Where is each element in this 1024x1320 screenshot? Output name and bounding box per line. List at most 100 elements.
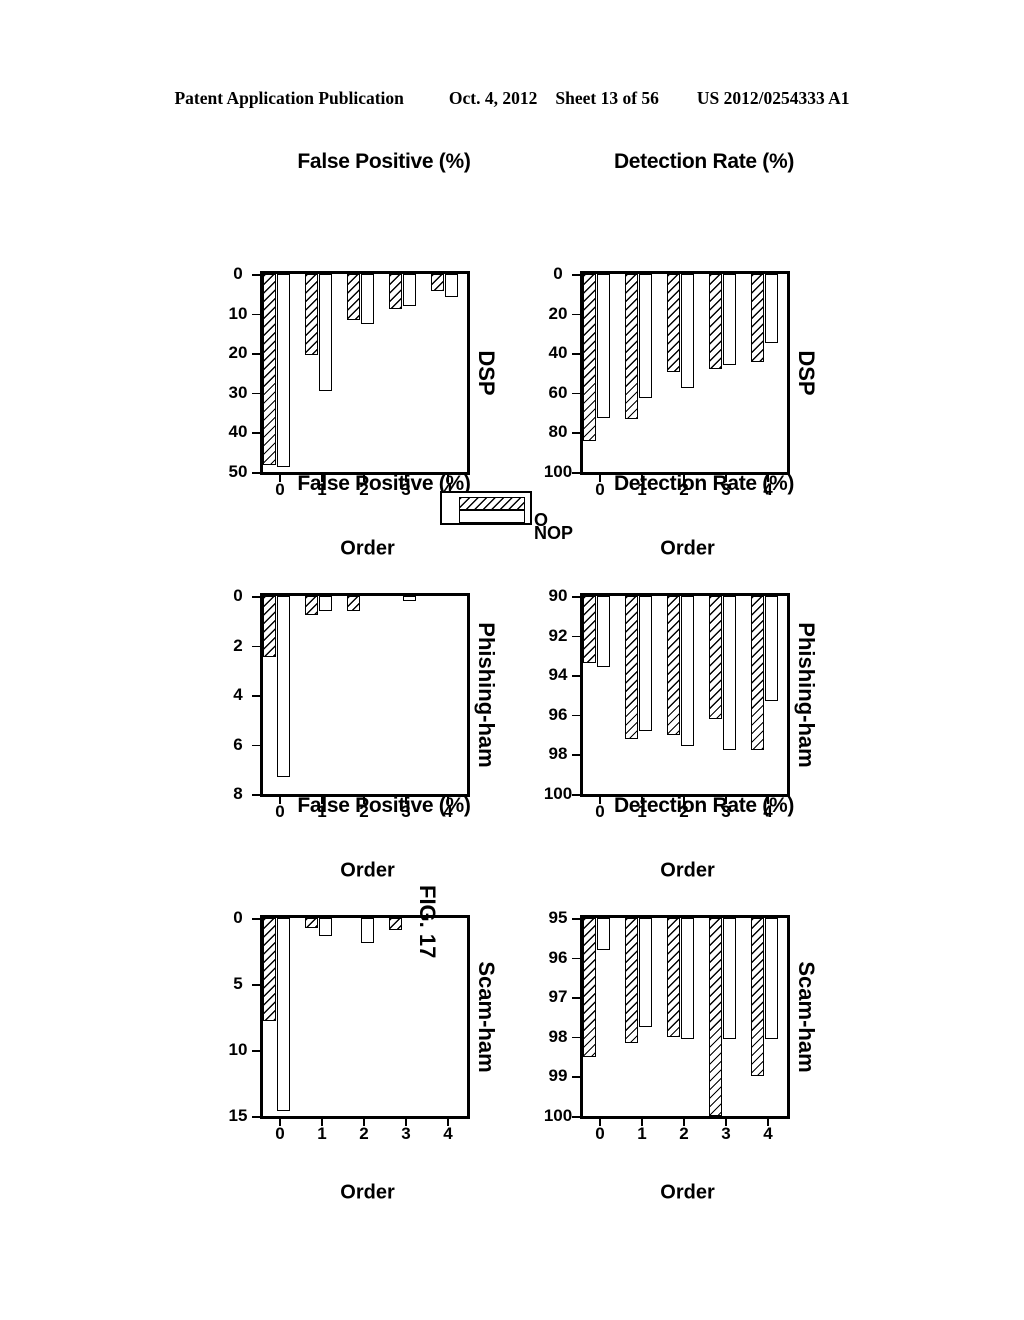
detection-rate-row: Detection Rate (%) DSP 0 1 2 3 4 Order 0 20 40 60 80… <box>522 150 822 1205</box>
false-positive-row: False Positive (%) DSP 0 1 2 3 4 Order 0 10 20 30 40… <box>202 150 502 1205</box>
chart-title: DSP <box>794 350 819 396</box>
bar-group <box>341 918 383 1116</box>
order-tick <box>279 1119 281 1126</box>
bar-group <box>745 274 787 472</box>
bar-o-order-3 <box>388 918 402 930</box>
bar-o-order-1 <box>624 596 638 739</box>
bar-nop-order-0 <box>596 918 610 950</box>
value-tick-label: 99 <box>548 1066 568 1086</box>
value-tick-label: 96 <box>548 947 568 967</box>
bar-o-order-4 <box>750 918 764 1077</box>
plot-frame <box>260 271 470 475</box>
bar-group <box>383 274 425 472</box>
bar-o-order-3 <box>708 918 722 1116</box>
bar-nop-order-4 <box>764 274 778 343</box>
bar-o-order-0 <box>262 274 276 466</box>
bar-nop-order-0 <box>596 596 610 668</box>
value-tick-label: 10 <box>228 303 248 323</box>
plot-area-phishing-ham-false-positive: Phishing-ham 0 1 2 3 4 Order 0 2 4 6 8 <box>206 586 499 882</box>
order-tick <box>447 1119 449 1126</box>
bar-o-order-0 <box>582 596 596 664</box>
axis-label-value: Detection Rate (%) <box>613 150 795 173</box>
value-tick-label: 0 <box>553 264 563 283</box>
order-tick <box>725 1119 727 1126</box>
value-tick-label: 90 <box>548 586 568 605</box>
header-date: Oct. 4, 2012 <box>448 88 538 108</box>
bar-o-order-1 <box>624 918 638 1043</box>
value-tick-label: 92 <box>548 625 568 645</box>
order-tick-label: 4 <box>443 1124 453 1143</box>
axis-label-order: Order <box>660 1181 715 1204</box>
bar-o-order-2 <box>666 918 680 1037</box>
bar-o-order-2 <box>346 274 360 320</box>
bar-nop-order-2 <box>680 918 694 1039</box>
value-tick-label: 20 <box>548 303 568 323</box>
order-axis <box>554 593 580 797</box>
bar-group <box>299 274 341 472</box>
value-tick-label: 98 <box>548 744 568 764</box>
order-tick-label: 1 <box>317 1124 327 1143</box>
chart-title: Scam-ham <box>474 961 499 1073</box>
value-tick-label: 100 <box>543 1106 573 1125</box>
order-tick-label: 3 <box>401 1124 411 1143</box>
value-tick-label: 80 <box>548 422 568 442</box>
order-tick-label: 0 <box>275 1124 285 1143</box>
order-axis <box>234 271 260 475</box>
bar-nop-order-4 <box>764 918 778 1039</box>
bar-nop-order-2 <box>360 918 374 944</box>
value-tick-label: 30 <box>228 382 248 402</box>
chart-title: Phishing-ham <box>474 622 499 768</box>
value-tick-label: 4 <box>233 685 243 704</box>
value-tick-label: 0 <box>233 908 243 927</box>
order-tick <box>321 1119 323 1126</box>
order-tick-label: 0 <box>595 1124 605 1143</box>
order-tick <box>683 1119 685 1126</box>
bar-nop-order-0 <box>276 274 290 468</box>
axis-label-value: False Positive (%) <box>297 150 471 173</box>
header-patent-number: US 2012/0254333 A1 <box>696 88 850 108</box>
figure-caption: FIG. 17 <box>415 885 440 959</box>
bar-o-order-0 <box>262 918 276 1021</box>
legend-swatch-o <box>459 497 525 510</box>
bar-group <box>257 596 299 794</box>
value-tick-label: 95 <box>548 908 568 927</box>
value-tick-label: 5 <box>233 974 243 993</box>
bar-group <box>661 274 703 472</box>
bar-group <box>703 918 745 1116</box>
bar-group <box>745 918 787 1116</box>
axis-label-order: Order <box>340 1181 395 1204</box>
bar-nop-order-0 <box>276 596 290 777</box>
bar-nop-order-2 <box>680 274 694 389</box>
bar-nop-order-3 <box>402 596 416 601</box>
axis-label-value: Detection Rate (%) <box>613 794 795 817</box>
bar-o-order-1 <box>304 596 318 615</box>
plot-area-phishing-ham-detection: Phishing-ham 0 1 2 3 4 Order 90 92 94 96 98 100 <box>526 586 819 882</box>
panel-dsp-false-positive: False Positive (%) DSP 0 1 2 3 4 Order 0 10 20 30 40… <box>206 150 502 560</box>
bar-group <box>341 274 383 472</box>
bar-nop-order-1 <box>638 918 652 1027</box>
chart-title: Phishing-ham <box>794 622 819 768</box>
bar-group <box>745 596 787 794</box>
bar-nop-order-1 <box>638 274 652 398</box>
order-tick <box>363 1119 365 1126</box>
bar-o-order-1 <box>304 274 318 356</box>
legend-label-nop: NOP <box>534 523 574 543</box>
bar-group <box>619 918 661 1116</box>
order-axis <box>554 915 580 1119</box>
order-tick <box>405 1119 407 1126</box>
bar-group <box>619 274 661 472</box>
bar-nop-order-2 <box>360 274 374 324</box>
bar-group <box>257 274 299 472</box>
bar-group <box>661 596 703 794</box>
value-tick-label: 8 <box>233 784 243 803</box>
value-tick-label: 0 <box>233 586 243 605</box>
plot-frame <box>580 593 790 797</box>
bar-nop-order-3 <box>722 596 736 751</box>
bar-o-order-1 <box>624 274 638 420</box>
bar-nop-order-2 <box>680 596 694 747</box>
page-header: Patent Application Publication Oct. 4, 2… <box>0 88 1024 109</box>
plot-area-scam-ham-detection: Scam-ham 0 1 2 3 4 Order 95 96 97 98 99 100 <box>526 908 819 1204</box>
order-tick-label: 2 <box>359 1124 369 1143</box>
bar-group <box>703 274 745 472</box>
value-tick-label: 40 <box>548 343 568 363</box>
